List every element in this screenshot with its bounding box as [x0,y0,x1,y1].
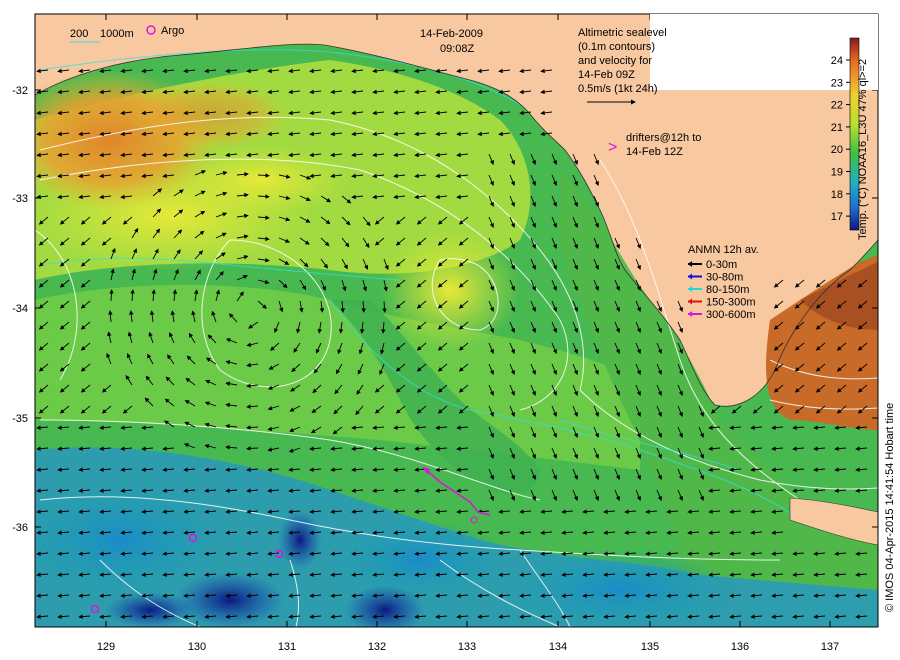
colorbar-tick: 21 [831,122,843,134]
velocity-arrow-icon [246,446,259,451]
altimetry-line-4: 14-Feb 09Z [578,69,635,81]
colorbar-tick: 19 [831,167,843,179]
x-tick-label: 137 [821,641,839,653]
isobath-200-label: 200 [70,28,88,40]
altimetry-line-1: Altimetric sealevel [578,27,667,39]
isobath-1000-label: 1000m [100,28,134,40]
x-tick-label: 134 [549,641,567,653]
anmn-legend-item: 150-300m [706,297,756,309]
anmn-legend-item: 300-600m [706,309,756,321]
colorbar-tick: 17 [831,211,843,223]
y-tick-label: -34 [12,303,28,315]
y-tick-label: -33 [12,193,28,205]
drifters-line-2: 14-Feb 12Z [626,146,683,158]
colorbar-tick: 18 [831,189,843,201]
x-tick-label: 133 [458,641,476,653]
y-tick-label: -36 [12,522,28,534]
sst-map: 129 130 131 132 133 134 135 136 137 -32 -33 -34 -35… [12,13,896,653]
anmn-legend-item: 30-80m [706,272,743,284]
plot-area [35,14,878,627]
x-tick-label: 129 [97,641,115,653]
altimetry-line-3: and velocity for [578,55,652,67]
altimetry-line-2: (0.1m contours) [578,41,655,53]
x-tick-label: 131 [278,641,296,653]
altimetry-line-5: 0.5m/s (1kt 24h) [578,83,657,95]
colorbar-tick: 20 [831,144,843,156]
colorbar-tick: 24 [831,55,843,67]
colorbar-tick: 22 [831,100,843,112]
x-tick-label: 135 [641,641,659,653]
copyright-text: © IMOS 04-Apr-2015 14:41:54 Hobart time [884,403,896,612]
drifter-marker-icon: > [608,139,617,156]
y-tick-label: -35 [12,413,28,425]
map-date: 14-Feb-2009 [420,28,483,40]
anmn-legend-title: ANMN 12h av. [688,244,759,256]
drifters-line-1: drifters@12h to [626,132,701,144]
x-tick-label: 130 [188,641,206,653]
anmn-legend-item: 80-150m [706,284,749,296]
colorbar-tick: 23 [831,77,843,89]
anmn-legend-item: 0-30m [706,259,737,271]
colorbar-label: Temp. (°C) NOAA16_L3U 47% ql>=2 [857,59,869,240]
map-time: 09:08Z [440,43,475,55]
y-tick-label: -32 [12,85,28,97]
argo-label: Argo [161,25,184,37]
x-tick-label: 136 [731,641,749,653]
x-tick-label: 132 [368,641,386,653]
